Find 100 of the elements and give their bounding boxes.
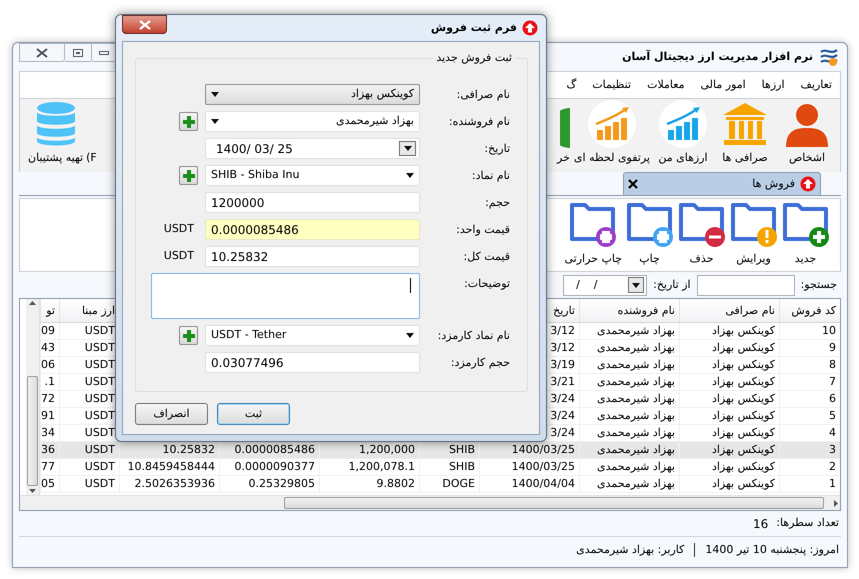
notes-field[interactable] — [151, 273, 420, 319]
table-cell-text: SHIB — [448, 442, 475, 458]
tab[interactable]: فروش ها — [623, 172, 821, 196]
table-cell-text: USDT — [84, 391, 115, 407]
table-cell-text: کوینکس بهزاد — [712, 340, 775, 356]
close-button[interactable] — [122, 15, 167, 34]
field-label: نام صرافی: — [456, 87, 510, 103]
toolbar-button[interactable]: صرافی ها — [716, 100, 774, 166]
toolbar-button[interactable]: ارزهای من — [654, 100, 712, 166]
caret-icon — [406, 333, 414, 338]
add-button[interactable] — [179, 326, 198, 345]
column-header[interactable]: کد فروش — [791, 302, 836, 319]
column-header[interactable]: تاریخ — [553, 302, 575, 319]
dialog-button[interactable]: انصراف — [135, 403, 208, 425]
table-cell-text: بهزاد شیرمحمدی — [597, 459, 675, 475]
table-cell-text: بهزاد شیرمحمدی — [597, 408, 675, 424]
status-text: امروز: پنجشنبه 10 تیر 1400 — [705, 542, 839, 558]
horizontal-scrollbar[interactable] — [20, 495, 840, 510]
table-cell-text: بهزاد شیرمحمدی — [597, 425, 675, 441]
column-header[interactable]: نام صرافی — [725, 302, 775, 319]
table-cell-text: کوینکس بهزاد — [712, 408, 775, 424]
toolbar-button[interactable]: اشخاص — [778, 100, 836, 166]
window-title: نرم افزار مدیریت ارز دیجیتال آسان — [622, 48, 813, 65]
dropdown-button[interactable] — [628, 277, 644, 294]
table-cell-text: 10.25832 — [162, 442, 215, 458]
close-icon[interactable] — [628, 179, 638, 190]
dropdown[interactable]: SHIB - Shiba Inu — [205, 165, 420, 186]
table-cell-text: 36 — [41, 442, 55, 458]
action-button[interactable]: چاپ حرارتی — [564, 198, 622, 268]
input-field[interactable]: 0.03077496 — [205, 352, 420, 373]
table-cell-text: بهزاد شیرمحمدی — [597, 391, 675, 407]
table-cell-text: 0.25329805 — [248, 476, 315, 492]
menu-item[interactable]: تنظیمات — [592, 76, 632, 94]
vertical-scrollbar[interactable] — [26, 299, 40, 496]
table-cell-text: کوینکس بهزاد — [712, 323, 775, 339]
table-cell-text: بهزاد شیرمحمدی — [597, 323, 675, 339]
field-label: قیمت واحد: — [455, 222, 510, 238]
dropdown-button[interactable] — [399, 141, 416, 156]
caret-icon — [404, 146, 412, 151]
scroll-right-icon[interactable] — [834, 500, 838, 507]
action-button[interactable]: حذف — [677, 198, 726, 268]
field-label: نام نماد: — [470, 168, 510, 184]
table-cell-text: USDT — [84, 340, 115, 356]
dropdown[interactable]: کوینکس بهزاد — [205, 84, 420, 105]
menu-item[interactable]: ارزها — [762, 76, 785, 94]
menu-item[interactable]: امور مالی — [700, 76, 746, 94]
toolbar-button[interactable]: خر — [557, 108, 570, 166]
table-cell-text: 0.0000090377 — [234, 459, 315, 475]
toolbar-button[interactable]: پرتفوی لحظه ای — [574, 100, 650, 166]
field-label: حجم کارمزد: — [450, 355, 510, 371]
table-cell-text: 43 — [41, 340, 55, 356]
table-cell-text: کوینکس بهزاد — [712, 357, 775, 373]
window-title: فرم ثبت فروش — [430, 20, 517, 36]
table-cell-text: 05 — [41, 476, 55, 492]
table-cell-text: USDT — [84, 476, 115, 492]
column-header[interactable]: ارز مبنا — [82, 302, 115, 319]
app-logo-icon — [819, 46, 839, 67]
table-cell-text: 1,200,078.1 — [348, 459, 415, 475]
scroll-up-icon[interactable] — [29, 301, 36, 306]
table-cell-text: 10.8459458444 — [128, 459, 215, 475]
table-cell-text: 10 — [822, 323, 836, 339]
plus-icon — [182, 114, 196, 128]
date-label: از تاریخ: — [653, 277, 691, 294]
add-button[interactable] — [179, 112, 198, 131]
action-button[interactable]: جدید — [781, 198, 830, 268]
column-header[interactable]: نام فروشنده — [618, 302, 675, 319]
dropdown[interactable]: بهزاد شیرمحمدی — [205, 111, 420, 132]
action-button[interactable]: ویرایش — [729, 198, 778, 268]
close-button[interactable] — [19, 43, 65, 62]
table-cell-text: USDT — [84, 408, 115, 424]
field-label: قیمت کل: — [462, 249, 510, 265]
field-label: نام نماد کارمزد: — [436, 328, 510, 344]
table-cell-text: بهزاد شیرمحمدی — [597, 476, 675, 492]
menu-item[interactable]: معاملات — [647, 76, 684, 94]
search-label: جستجو: — [800, 277, 837, 294]
column-header[interactable]: تو — [46, 302, 55, 319]
date-field[interactable]: 1400/ 03/ 25 — [205, 138, 420, 159]
dialog-button[interactable]: ثبت — [217, 403, 290, 425]
search-field[interactable] — [696, 274, 795, 296]
input-field[interactable]: 10.25832 — [205, 246, 420, 267]
table-cell-text: 1 — [829, 476, 836, 492]
action-button[interactable]: چاپ — [625, 198, 674, 268]
table-cell-text: 9 — [829, 340, 836, 356]
minimize-button[interactable] — [91, 43, 117, 62]
scroll-thumb[interactable] — [27, 376, 38, 486]
date-field[interactable]: / / — [563, 274, 648, 296]
input-field[interactable]: 0.0000085486 — [205, 219, 420, 240]
menu-item[interactable]: تعاریف — [800, 76, 832, 94]
unit-label: USDT — [164, 248, 194, 264]
add-button[interactable] — [179, 166, 198, 185]
menu-item[interactable]: گ — [566, 76, 576, 94]
dropdown[interactable]: USDT - Tether — [205, 325, 420, 346]
input-field[interactable]: 1200000 — [205, 192, 420, 213]
table-cell-text: USDT — [84, 357, 115, 373]
toolbar-button[interactable]: تهیه پشتیبان — [28, 100, 84, 166]
unit-label: USDT — [164, 221, 194, 238]
table-cell-text: USDT — [84, 374, 115, 390]
scroll-thumb[interactable] — [284, 497, 824, 510]
maximize-button[interactable] — [65, 43, 91, 62]
table-cell-text: DOGE — [442, 476, 475, 492]
